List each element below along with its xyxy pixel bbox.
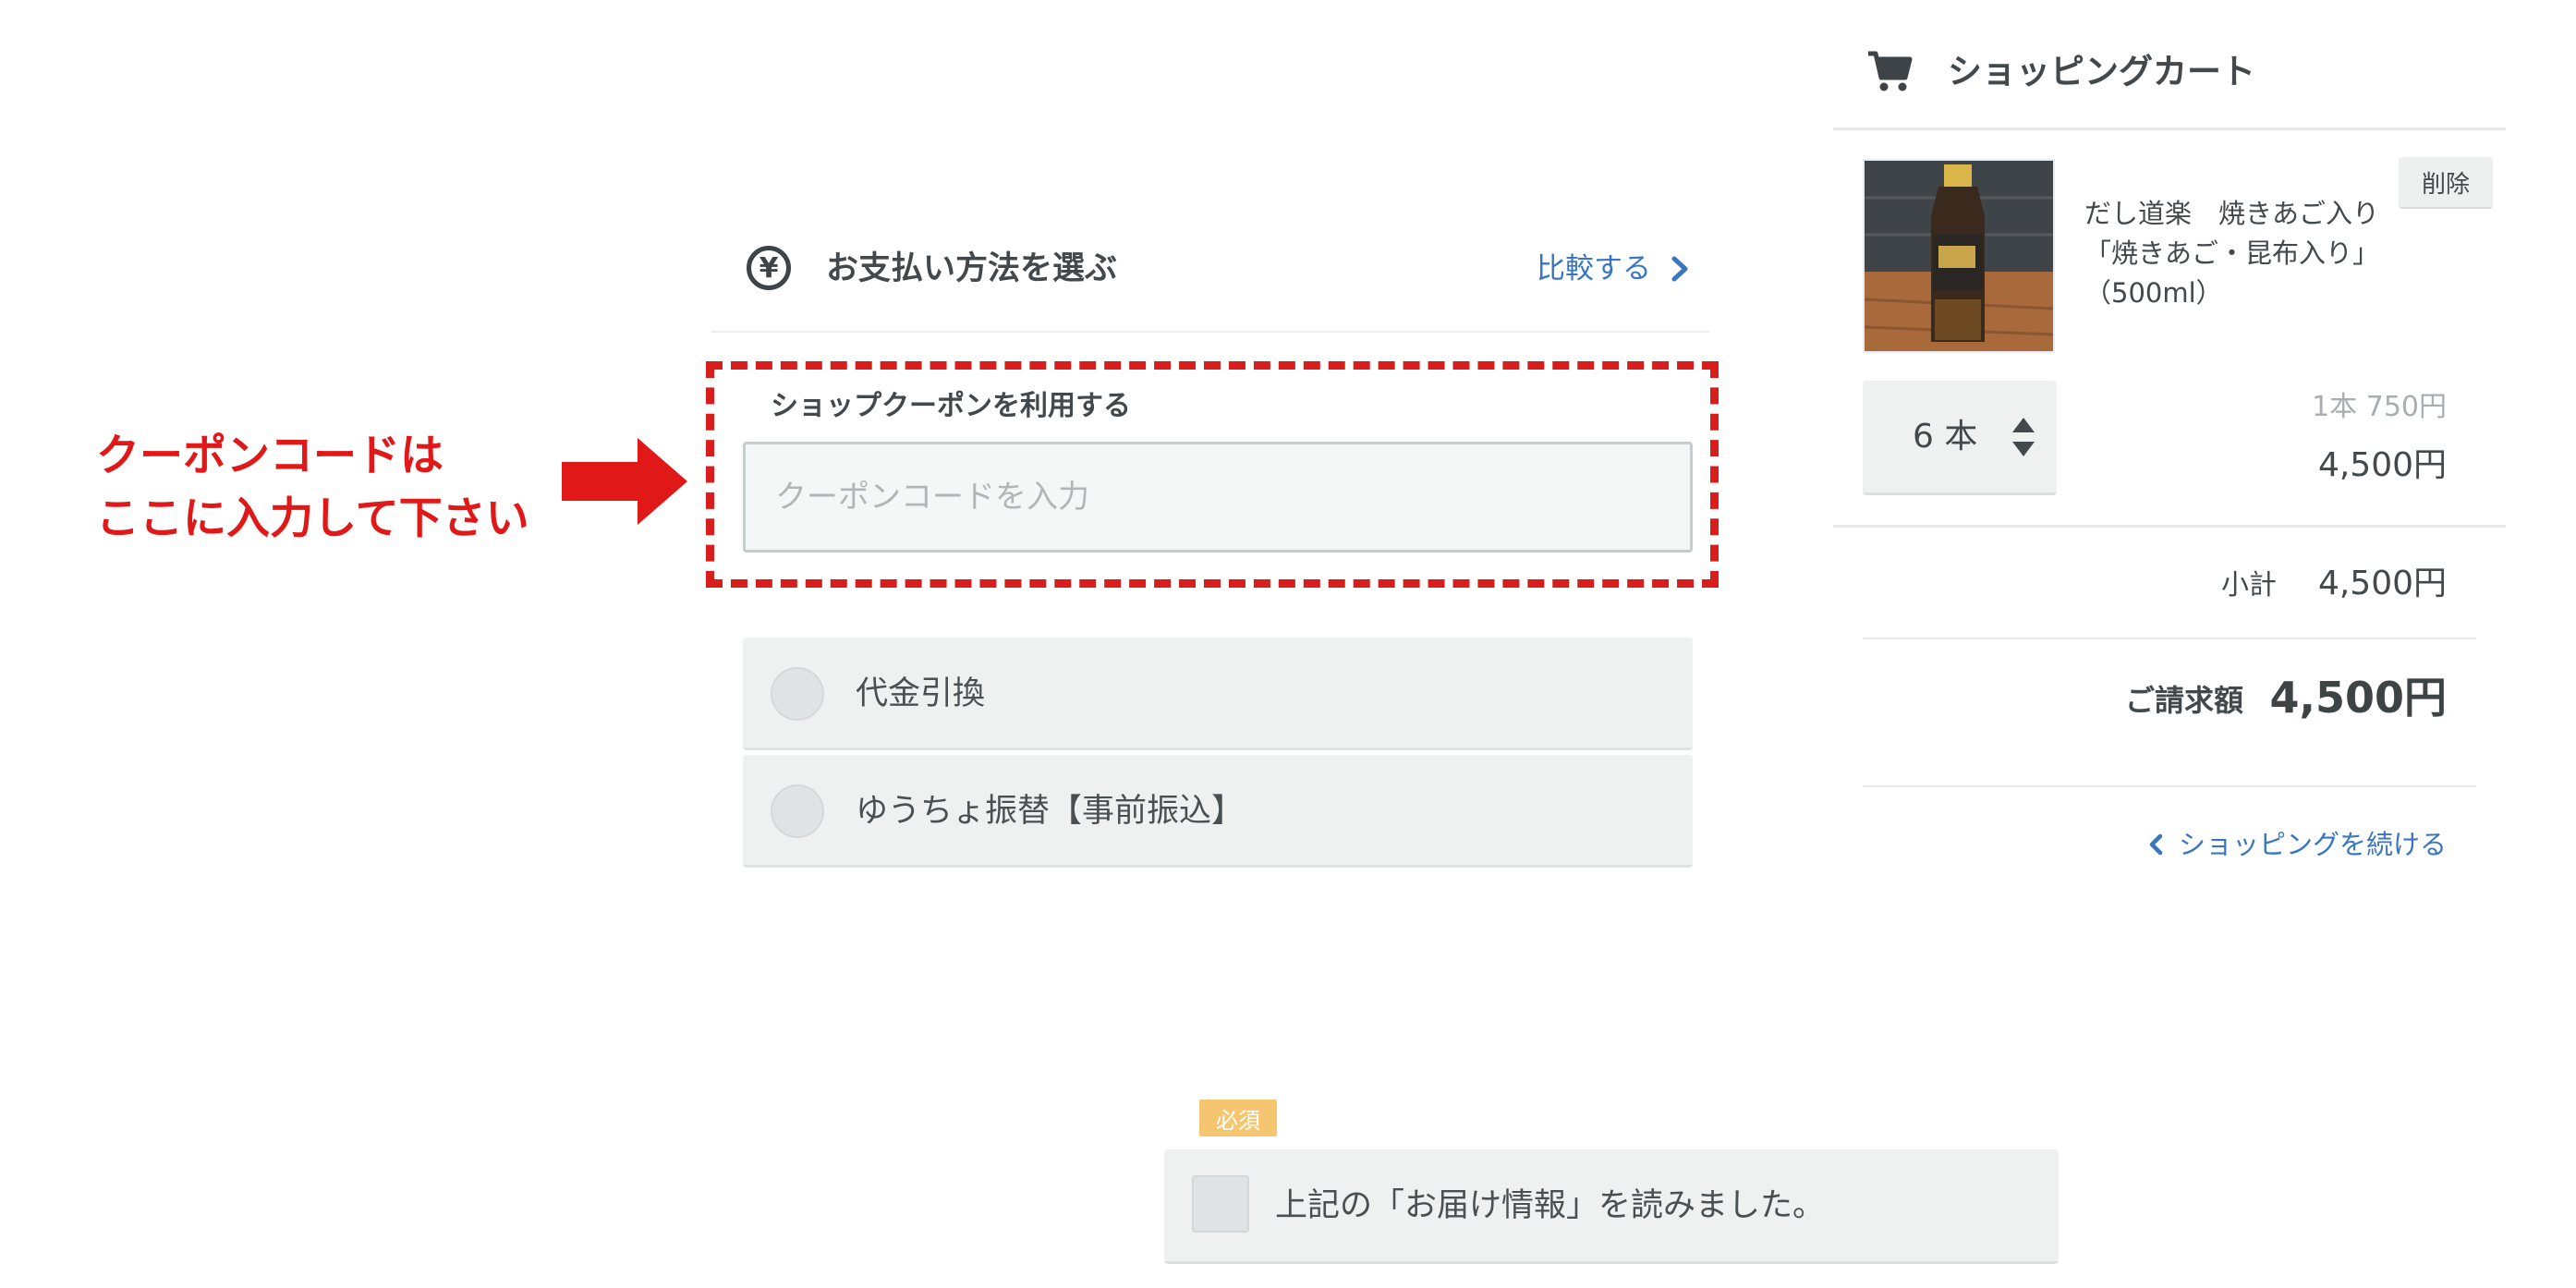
annotation-arrow-icon: [562, 438, 687, 525]
billing-label: ご請求額: [2124, 683, 2243, 718]
product-name-line-3: （500ml）: [2084, 277, 2223, 309]
shopping-cart-icon: [1868, 51, 1913, 91]
delete-button[interactable]: 削除: [2399, 157, 2493, 209]
yen-circle-icon: ¥: [747, 246, 791, 290]
payment-header: ¥ お支払い方法を選ぶ 比較する: [711, 222, 1709, 333]
continue-shopping-label: ショッピングを続ける: [2178, 829, 2447, 860]
product-name: だし道楽 焼きあご入り 「焼きあご・昆布入り」 （500ml）: [2084, 194, 2389, 313]
billing-value: 4,500円: [2269, 673, 2447, 723]
cart-title: ショッピングカート: [1948, 52, 2255, 91]
product-thumbnail[interactable]: [1863, 159, 2055, 353]
billing-divider: [1863, 785, 2476, 787]
unit-price: 1本 750円: [2312, 391, 2447, 423]
annotation-text: クーポンコードは ここに入力して下さい: [96, 425, 577, 551]
compare-link[interactable]: 比較する: [1537, 246, 1651, 292]
subtotal-label: 小計: [2221, 569, 2277, 601]
sort-arrows-icon: [2012, 418, 2035, 456]
payment-option-cod[interactable]: 代金引換: [743, 638, 1693, 750]
agreement-checkbox-row[interactable]: 上記の「お届け情報」を読みました。: [1164, 1149, 2059, 1264]
payment-title: お支払い方法を選ぶ: [826, 250, 1118, 287]
payment-option-yucho[interactable]: ゆうちょ振替【事前振込】: [743, 755, 1693, 868]
radio-button[interactable]: [771, 667, 824, 721]
annotation-highlight-box: [706, 361, 1719, 588]
line-total: 4,500円: [2317, 446, 2447, 484]
cart-header: ショッピングカート: [1833, 33, 2506, 130]
required-badge: 必須: [1199, 1100, 1277, 1136]
continue-shopping-link[interactable]: ショッピングを続ける: [2147, 824, 2447, 865]
cart-divider: [1833, 525, 2506, 528]
annotation-line-2: ここに入力して下さい: [96, 493, 529, 544]
quantity-value: 6 本: [1913, 418, 1978, 456]
payment-option-label: ゆうちょ振替【事前振込】: [856, 793, 1245, 830]
agreement-label: 上記の「お届け情報」を読みました。: [1275, 1187, 1826, 1224]
agreement-checkbox[interactable]: [1192, 1175, 1249, 1233]
subtotal-divider: [1863, 638, 2476, 639]
chevron-left-icon: [2149, 833, 2163, 856]
subtotal-value: 4,500円: [2317, 565, 2447, 602]
product-name-line-2: 「焼きあご・昆布入り」: [2084, 237, 2380, 269]
chevron-right-icon[interactable]: [1667, 253, 1693, 285]
quantity-select[interactable]: 6 本: [1863, 381, 2057, 495]
annotation-line-1: クーポンコードは: [96, 431, 444, 481]
payment-option-label: 代金引換: [856, 675, 986, 712]
product-name-line-1: だし道楽 焼きあご入り: [2084, 198, 2380, 229]
radio-button[interactable]: [771, 784, 824, 838]
product-bottle-image: [1865, 161, 2053, 351]
